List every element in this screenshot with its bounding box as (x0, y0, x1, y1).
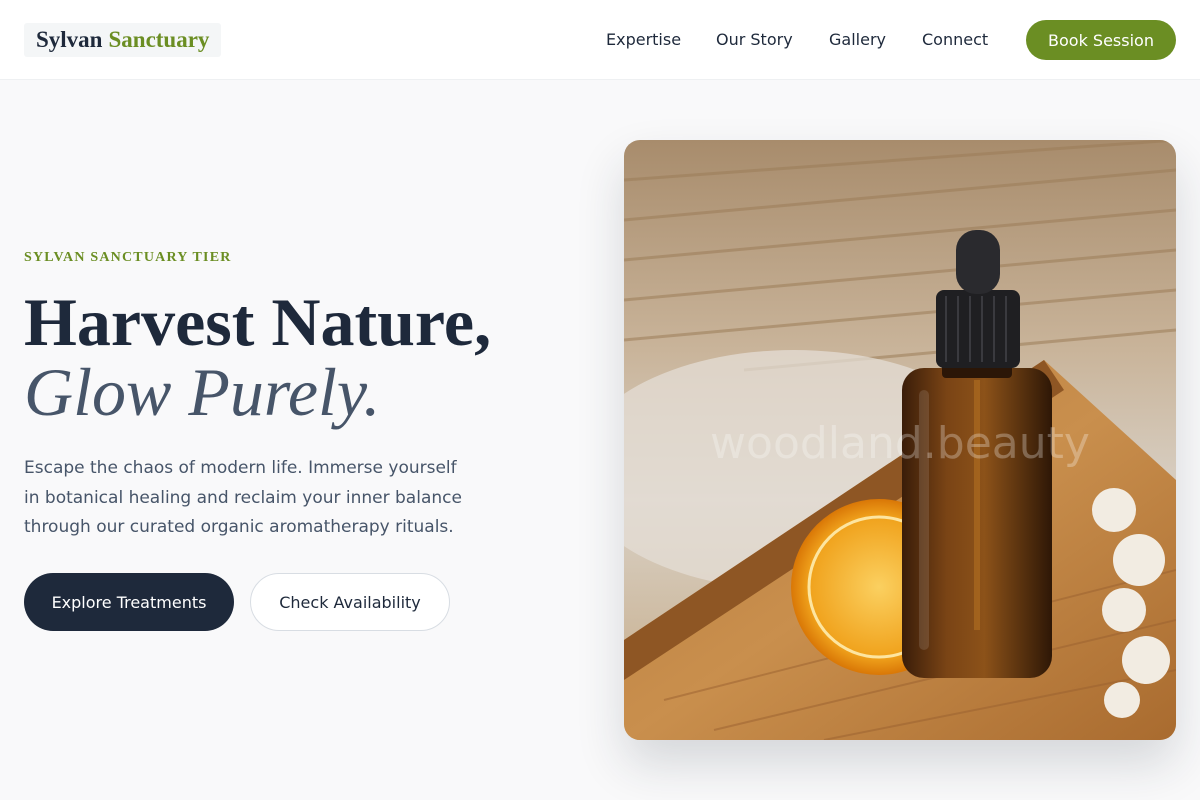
nav-link-expertise[interactable]: Expertise (606, 30, 681, 49)
image-watermark: woodland.beauty (710, 418, 1090, 469)
hero-product-image: woodland.beauty (624, 140, 1176, 740)
nav-link-our-story[interactable]: Our Story (716, 30, 793, 49)
nav-link-connect[interactable]: Connect (922, 30, 988, 49)
explore-treatments-button[interactable]: Explore Treatments (24, 573, 234, 631)
hero-eyebrow: SYLVAN SANCTUARY TIER (24, 250, 232, 265)
book-session-button[interactable]: Book Session (1026, 20, 1176, 60)
site-header: Sylvan Sanctuary Expertise Our Story Gal… (0, 0, 1200, 80)
hero-description: Escape the chaos of modern life. Immerse… (24, 458, 462, 537)
brand-name-part1: Sylvan (36, 27, 103, 52)
brand-name-part2: Sanctuary (108, 27, 210, 52)
nav-link-gallery[interactable]: Gallery (829, 30, 886, 49)
hero-headline-line2: Glow Purely. (24, 354, 381, 430)
hero-headline-line1: Harvest Nature, (24, 284, 492, 360)
check-availability-button[interactable]: Check Availability (250, 573, 450, 631)
brand-logo[interactable]: Sylvan Sanctuary (24, 23, 222, 57)
